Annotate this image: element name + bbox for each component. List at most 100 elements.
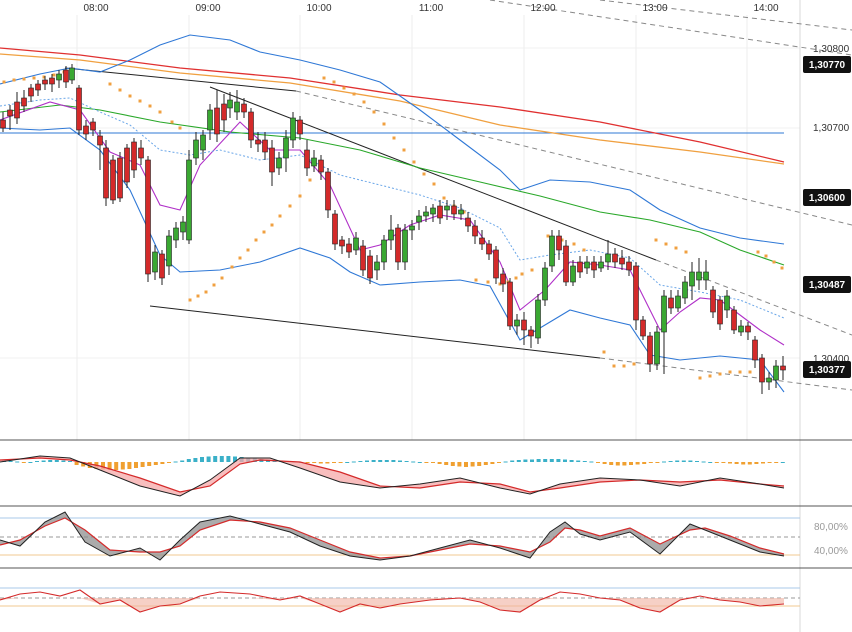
candle-body bbox=[522, 320, 527, 330]
candle-body bbox=[473, 226, 478, 236]
sar-dot bbox=[719, 373, 722, 376]
candle-body bbox=[187, 160, 192, 240]
macd-histogram-bar bbox=[622, 462, 626, 466]
macd-histogram-bar bbox=[675, 461, 679, 463]
sar-dot bbox=[323, 77, 326, 80]
macd-histogram-bar bbox=[42, 461, 46, 463]
macd-histogram-bar bbox=[761, 462, 765, 464]
macd-histogram-bar bbox=[543, 459, 547, 462]
time-label: 11:00 bbox=[419, 3, 444, 14]
candle-body bbox=[29, 88, 34, 96]
macd-histogram-bar bbox=[484, 462, 488, 465]
macd-histogram-bar bbox=[220, 456, 224, 462]
time-label: 10:00 bbox=[306, 3, 331, 14]
sar-dot bbox=[363, 101, 366, 104]
candle-body bbox=[15, 102, 20, 118]
sar-dot bbox=[623, 365, 626, 368]
candle-body bbox=[403, 230, 408, 262]
sar-dot bbox=[757, 251, 760, 254]
sar-dot bbox=[159, 111, 162, 114]
sar-dot bbox=[403, 149, 406, 152]
candle-body bbox=[263, 140, 268, 152]
candle-body bbox=[98, 136, 103, 145]
sar-dot bbox=[531, 269, 534, 272]
sar-dot bbox=[685, 251, 688, 254]
sar-dot bbox=[709, 375, 712, 378]
candle-body bbox=[557, 236, 562, 250]
candle-body bbox=[125, 148, 130, 182]
candle-body bbox=[375, 262, 380, 270]
macd-histogram-bar bbox=[180, 461, 184, 463]
candle-body bbox=[291, 118, 296, 140]
macd-histogram-bar bbox=[352, 462, 356, 463]
sar-dot bbox=[423, 173, 426, 176]
candle-body bbox=[445, 206, 450, 210]
candle-body bbox=[222, 104, 227, 120]
candle-body bbox=[194, 140, 199, 158]
candle-body bbox=[77, 88, 82, 130]
macd-histogram-bar bbox=[147, 462, 151, 466]
candle-body bbox=[36, 84, 41, 90]
macd-histogram-bar bbox=[596, 462, 600, 463]
sar-dot bbox=[299, 195, 302, 198]
macd-histogram-bar bbox=[655, 462, 659, 463]
candle-body bbox=[459, 210, 464, 214]
candle-body bbox=[760, 358, 765, 382]
macd-histogram-bar bbox=[781, 462, 785, 463]
candle-body bbox=[298, 120, 303, 134]
sar-dot bbox=[343, 87, 346, 90]
macd-histogram-bar bbox=[550, 459, 554, 462]
candle-body bbox=[139, 148, 144, 158]
sar-dot bbox=[393, 137, 396, 140]
candle-body bbox=[592, 262, 597, 270]
macd-histogram-bar bbox=[629, 462, 633, 465]
sar-dot bbox=[353, 93, 356, 96]
macd-histogram-bar bbox=[688, 461, 692, 463]
macd-histogram-bar bbox=[682, 461, 686, 463]
macd-histogram-bar bbox=[728, 462, 732, 464]
sar-dot bbox=[109, 83, 112, 86]
candle-body bbox=[543, 268, 548, 300]
sar-dot bbox=[749, 371, 752, 374]
macd-histogram-bar bbox=[358, 461, 362, 462]
candle-body bbox=[452, 206, 457, 214]
sar-dot bbox=[13, 79, 16, 82]
sar-dot bbox=[383, 123, 386, 126]
macd-histogram-bar bbox=[332, 462, 336, 463]
macd-histogram-bar bbox=[187, 459, 191, 462]
osc-level-label: 40,00% bbox=[814, 546, 848, 557]
macd-histogram-bar bbox=[510, 461, 514, 463]
sar-dot bbox=[197, 295, 200, 298]
sar-dot bbox=[515, 277, 518, 280]
sar-dot bbox=[739, 371, 742, 374]
sar-dot bbox=[603, 351, 606, 354]
macd-histogram-bar bbox=[134, 462, 138, 468]
sar-dot bbox=[773, 261, 776, 264]
candle-body bbox=[160, 254, 165, 278]
sar-dot bbox=[263, 231, 266, 234]
macd-histogram-bar bbox=[372, 460, 376, 462]
candle-body bbox=[319, 160, 324, 172]
sar-dot bbox=[729, 371, 732, 374]
macd-histogram-bar bbox=[325, 462, 329, 464]
candle-body bbox=[613, 254, 618, 262]
candle-body bbox=[536, 300, 541, 338]
sar-dot bbox=[333, 81, 336, 84]
candle-body bbox=[634, 266, 639, 320]
sar-dot bbox=[231, 266, 234, 269]
level-label: 1,30770 bbox=[809, 60, 846, 71]
macd-histogram-bar bbox=[471, 462, 475, 467]
sar-dot bbox=[521, 273, 524, 276]
candle-body bbox=[774, 366, 779, 380]
candle-body bbox=[208, 110, 213, 130]
macd-histogram-bar bbox=[207, 457, 211, 463]
sar-dot bbox=[205, 291, 208, 294]
macd-histogram-bar bbox=[490, 462, 494, 464]
time-label: 14:00 bbox=[753, 3, 778, 14]
candle-body bbox=[284, 138, 289, 158]
candle-body bbox=[571, 266, 576, 282]
sar-dot bbox=[149, 105, 152, 108]
candle-body bbox=[662, 296, 667, 332]
candle-body bbox=[690, 272, 695, 286]
candle-body bbox=[529, 330, 534, 336]
